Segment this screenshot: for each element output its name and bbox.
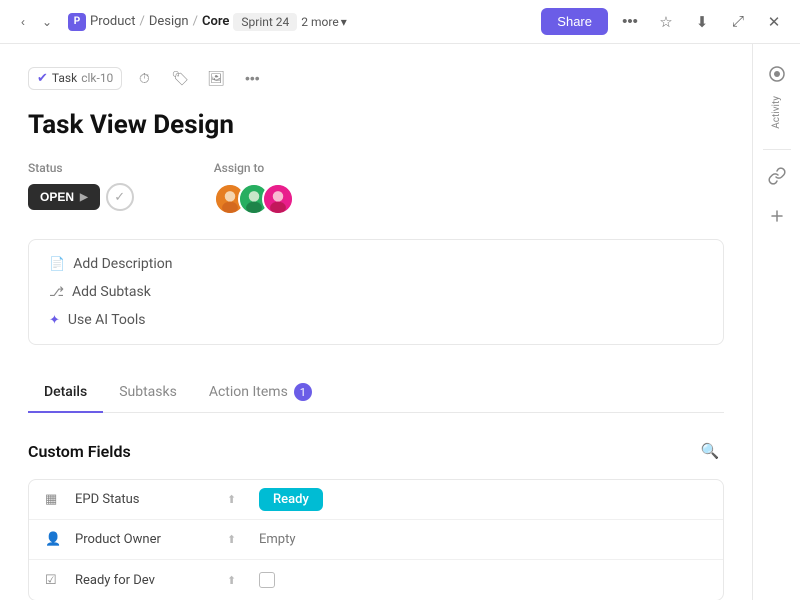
right-sidebar: Activity	[752, 44, 800, 600]
ai-icon: ✦	[49, 313, 60, 328]
breadcrumb-sep-2: /	[193, 14, 198, 29]
ai-tools-label: Use AI Tools	[68, 312, 146, 328]
add-sidebar-button[interactable]	[759, 198, 795, 234]
product-owner-name: Product Owner	[75, 532, 215, 547]
activity-button[interactable]	[759, 56, 795, 92]
tab-subtasks-label: Subtasks	[119, 384, 177, 400]
doc-icon: 📄	[49, 257, 65, 272]
status-assign-row: Status OPEN ▶ ✓ Assign to	[28, 161, 724, 215]
topbar-left: ‹ ⌄ P Product / Design / Core Sprint 24 …	[12, 11, 347, 33]
breadcrumb-sep-1: /	[139, 14, 144, 29]
tabs-bar: Details Subtasks Action Items 1	[28, 373, 724, 413]
task-title: Task View Design	[28, 110, 724, 141]
add-description-item[interactable]: 📄 Add Description	[49, 256, 703, 272]
tab-details-label: Details	[44, 384, 87, 400]
ready-badge: Ready	[259, 488, 323, 511]
task-badge-label: Task	[52, 71, 77, 85]
product-owner-value: Empty	[259, 532, 707, 547]
more-options-button[interactable]: •••	[616, 8, 644, 36]
tab-action-items-label: Action Items	[209, 384, 288, 400]
assign-label: Assign to	[214, 161, 294, 175]
image-icon-button[interactable]: 🖼	[202, 64, 230, 92]
project-icon: P	[68, 13, 86, 31]
sidebar-divider-1	[763, 149, 791, 150]
breadcrumb: P Product / Design / Core Sprint 24 2 mo…	[68, 13, 347, 31]
ready-for-dev-icon: ☑	[45, 573, 63, 588]
assign-field-group: Assign to	[214, 161, 294, 215]
search-fields-button[interactable]: 🔍	[696, 437, 724, 465]
custom-fields-title: Custom Fields	[28, 442, 131, 461]
close-button[interactable]: ✕	[760, 8, 788, 36]
status-chevron-icon: ▶	[80, 192, 88, 203]
status-open-button[interactable]: OPEN ▶	[28, 184, 100, 210]
assignees-list	[214, 183, 294, 215]
task-meta-bar: ✔ Task clk-10 ⏱ 🏷 🖼 •••	[28, 64, 724, 92]
status-field-group: Status OPEN ▶ ✓	[28, 161, 134, 211]
subtask-icon: ⎇	[49, 285, 64, 300]
ready-for-dev-name: Ready for Dev	[75, 573, 215, 588]
link-button[interactable]	[759, 158, 795, 194]
custom-fields-header: Custom Fields 🔍	[28, 437, 724, 465]
custom-fields-table: ▦ EPD Status ⬆ Ready 👤 Product Owner ⬆ E…	[28, 479, 724, 600]
status-label: Status	[28, 161, 134, 175]
ready-for-dev-arrow: ⬆	[227, 574, 247, 587]
task-check-icon: ✔	[37, 71, 48, 86]
more-meta-button[interactable]: •••	[238, 64, 266, 92]
nav-back-button[interactable]: ‹	[12, 11, 34, 33]
status-complete-button[interactable]: ✓	[106, 183, 134, 211]
add-subtask-label: Add Subtask	[72, 284, 151, 300]
ready-for-dev-value	[259, 572, 707, 588]
resize-button[interactable]: ⤢	[724, 8, 752, 36]
description-box: 📄 Add Description ⎇ Add Subtask ✦ Use AI…	[28, 239, 724, 345]
product-owner-icon: 👤	[45, 532, 63, 547]
product-owner-arrow: ⬆	[227, 533, 247, 546]
nav-down-button[interactable]: ⌄	[36, 11, 58, 33]
ready-for-dev-row[interactable]: ☑ Ready for Dev ⬆	[29, 560, 723, 600]
breadcrumb-more[interactable]: 2 more ▾	[301, 15, 346, 29]
task-id: clk-10	[81, 71, 113, 85]
breadcrumb-core[interactable]: Core	[202, 14, 229, 29]
download-button[interactable]: ⬇	[688, 8, 716, 36]
main-layout: ✔ Task clk-10 ⏱ 🏷 🖼 ••• Task View Design…	[0, 44, 800, 600]
activity-label: Activity	[771, 96, 782, 129]
tag-icon-button[interactable]: 🏷	[166, 64, 194, 92]
epd-status-row[interactable]: ▦ EPD Status ⬆ Ready	[29, 480, 723, 520]
epd-status-name: EPD Status	[75, 492, 215, 507]
product-owner-row[interactable]: 👤 Product Owner ⬆ Empty	[29, 520, 723, 560]
status-value: OPEN	[40, 190, 74, 204]
task-type-badge: ✔ Task clk-10	[28, 67, 122, 90]
timer-icon-button[interactable]: ⏱	[130, 64, 158, 92]
content-area: ✔ Task clk-10 ⏱ 🏷 🖼 ••• Task View Design…	[0, 44, 752, 600]
breadcrumb-design[interactable]: Design	[149, 14, 189, 29]
tab-action-badge: 1	[294, 383, 312, 401]
ai-tools-item[interactable]: ✦ Use AI Tools	[49, 312, 703, 328]
topbar-right: Share ••• ☆ ⬇ ⤢ ✕	[541, 8, 788, 36]
tab-details[interactable]: Details	[28, 373, 103, 413]
ready-for-dev-checkbox[interactable]	[259, 572, 275, 588]
share-button[interactable]: Share	[541, 8, 608, 35]
breadcrumb-product[interactable]: Product	[90, 14, 135, 29]
breadcrumb-sprint[interactable]: Sprint 24	[233, 13, 297, 31]
add-subtask-item[interactable]: ⎇ Add Subtask	[49, 284, 703, 300]
star-button[interactable]: ☆	[652, 8, 680, 36]
tab-action-items[interactable]: Action Items 1	[193, 373, 328, 413]
epd-status-arrow: ⬆	[227, 493, 247, 506]
epd-status-value: Ready	[259, 492, 707, 507]
epd-status-icon: ▦	[45, 492, 63, 507]
tab-subtasks[interactable]: Subtasks	[103, 373, 193, 413]
topbar: ‹ ⌄ P Product / Design / Core Sprint 24 …	[0, 0, 800, 44]
nav-arrows: ‹ ⌄	[12, 11, 58, 33]
add-description-label: Add Description	[73, 256, 172, 272]
avatar-3[interactable]	[262, 183, 294, 215]
status-btn-group: OPEN ▶ ✓	[28, 183, 134, 211]
